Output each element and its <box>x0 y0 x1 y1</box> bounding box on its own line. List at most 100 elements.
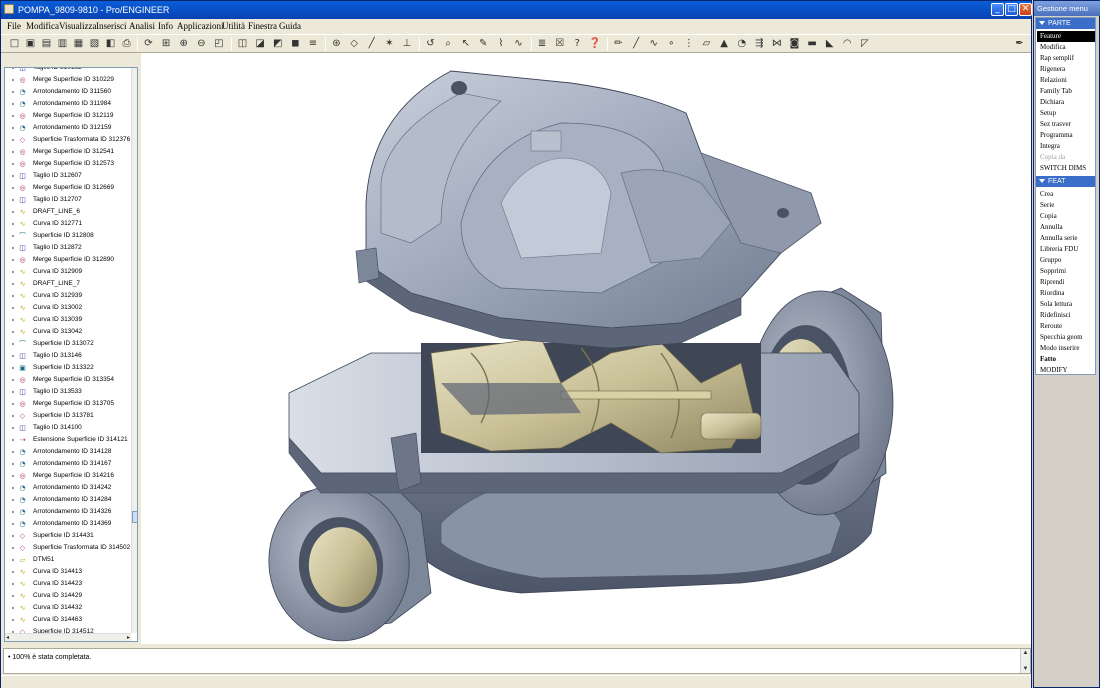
tree-item[interactable]: ◫ Taglio ID 313146 <box>5 350 130 362</box>
menu-file[interactable]: File <box>7 21 21 31</box>
curve-icon[interactable]: ∿ <box>647 37 660 50</box>
menu-manager-item[interactable]: Riprendi <box>1037 277 1095 288</box>
tree-item[interactable]: ◎ Merge Superficie ID 312890 <box>5 254 130 266</box>
print-icon[interactable]: ⎙ <box>120 37 133 50</box>
tree-item[interactable]: ◎ Merge Superficie ID 312573 <box>5 158 130 170</box>
tree-item[interactable]: ⌒ Superficie ID 312808 <box>5 230 130 242</box>
menu-manager-item[interactable]: Gruppo <box>1037 255 1095 266</box>
menu-manager-item[interactable]: Sopprimi <box>1037 266 1095 277</box>
menu-manager-item[interactable]: Riordina <box>1037 288 1095 299</box>
open-icon[interactable]: ▣ <box>24 37 37 50</box>
tree-item[interactable]: ◎ Merge Superficie ID 310229 <box>5 74 130 86</box>
tree-item[interactable]: ◫ Taglio ID 310162 <box>5 68 130 74</box>
analysis-icon[interactable]: ⌇ <box>494 37 507 50</box>
backup-icon[interactable]: ▧ <box>88 37 101 50</box>
menu-manager-item[interactable]: Libreria FDU <box>1037 244 1095 255</box>
context-help-icon[interactable]: ? <box>571 37 584 50</box>
menu-manager-item[interactable]: Specchia geom <box>1037 332 1095 343</box>
round-icon[interactable]: ◠ <box>841 37 854 50</box>
menu-manager-item[interactable]: Serie <box>1037 200 1095 211</box>
menu-manager-item[interactable]: Annulla serie <box>1037 233 1095 244</box>
menu-manager-item[interactable]: Dichiara <box>1037 97 1095 108</box>
sketcher-pen-icon[interactable]: ✒ <box>1013 37 1026 50</box>
tree-item[interactable]: ◎ Merge Superficie ID 314216 <box>5 470 130 482</box>
tree-item[interactable]: ∿ Curva ID 312909 <box>5 266 130 278</box>
sketch-icon[interactable]: ✏ <box>612 37 625 50</box>
tree-item[interactable]: ◔ Arrotondamento ID 314284 <box>5 494 130 506</box>
menu-manager-item[interactable]: Modifica <box>1037 42 1095 53</box>
regenerate-icon[interactable]: ↺ <box>424 37 437 50</box>
collapse-arrow-icon[interactable] <box>1039 179 1045 183</box>
menu-manager-item[interactable]: Fatto <box>1037 354 1095 365</box>
line-icon[interactable]: ╱ <box>630 37 643 50</box>
tree-item[interactable]: ∿ Curva ID 313042 <box>5 326 130 338</box>
menu-visualizza[interactable]: Visualizza <box>59 21 96 31</box>
tree-item[interactable]: ◎ Merge Superficie ID 313354 <box>5 374 130 386</box>
folder-icon[interactable]: ▤ <box>40 37 53 50</box>
minimize-button[interactable]: _ <box>991 3 1004 16</box>
tree-item[interactable]: ◇ Superficie ID 313781 <box>5 410 130 422</box>
curve-analysis-icon[interactable]: ∿ <box>512 37 525 50</box>
menu-manager-item[interactable]: Relazioni <box>1037 75 1095 86</box>
tree-item[interactable]: ◎ Merge Superficie ID 313705 <box>5 398 130 410</box>
menu-info[interactable]: Info <box>158 21 173 31</box>
tree-item[interactable]: ◔ Arrotondamento ID 314326 <box>5 506 130 518</box>
menu-manager-item[interactable]: Modo inserire <box>1037 343 1095 354</box>
menu-manager-item[interactable]: Annulla <box>1037 222 1095 233</box>
chamfer-icon[interactable]: ◸ <box>858 37 871 50</box>
tree-item[interactable]: ∿ Curva ID 312939 <box>5 290 130 302</box>
saved-views-icon[interactable]: ≡ <box>306 37 319 50</box>
shading-icon[interactable]: ◼ <box>289 37 302 50</box>
tree-item[interactable]: ∿ DRAFT_LINE_7 <box>5 278 130 290</box>
menu-inserisci[interactable]: Inserisci <box>96 21 127 31</box>
graphics-window[interactable] <box>141 53 1031 644</box>
menu-manager-item[interactable]: Sez trasver <box>1037 119 1095 130</box>
draft-icon[interactable]: ◣ <box>823 37 836 50</box>
revolve-icon[interactable]: ◔ <box>735 37 748 50</box>
tree-item[interactable]: ◎ Merge Superficie ID 312541 <box>5 146 130 158</box>
tree-item[interactable]: ◔ Arrotondamento ID 314242 <box>5 482 130 494</box>
menu-manager-item[interactable]: Rigenera <box>1037 64 1095 75</box>
tree-item[interactable]: ◔ Arrotondamento ID 314128 <box>5 446 130 458</box>
no-hidden-icon[interactable]: ◩ <box>271 37 284 50</box>
pump-model-view[interactable] <box>141 53 1031 644</box>
menu-manager-title[interactable]: Gestione menu <box>1034 1 1100 16</box>
title-bar[interactable]: POMPA_9809-9810 - Pro/ENGINEER _ □ ✕ <box>1 1 1032 19</box>
plane-icon[interactable]: ▱ <box>700 37 713 50</box>
datum-points-icon[interactable]: ✶ <box>383 37 396 50</box>
tree-item[interactable]: ◫ Taglio ID 312707 <box>5 194 130 206</box>
collapse-arrow-icon[interactable] <box>1039 21 1045 25</box>
tree-item[interactable]: ◔ Arrotondamento ID 311984 <box>5 98 130 110</box>
tree-item[interactable]: ◎ Merge Superficie ID 312119 <box>5 110 130 122</box>
layers-icon[interactable]: ≣ <box>536 37 549 50</box>
tree-item[interactable]: ∿ DRAFT_LINE_6 <box>5 206 130 218</box>
extrude-icon[interactable]: ▲ <box>718 37 731 50</box>
tree-item[interactable]: ⇢ Estensione Superficie ID 314121 <box>5 434 130 446</box>
message-scrollbar[interactable]: ▲ ▼ <box>1020 649 1030 673</box>
blend-icon[interactable]: ⋈ <box>770 37 783 50</box>
tree-item[interactable]: ◔ Arrotondamento ID 314167 <box>5 458 130 470</box>
menu-manager-item[interactable]: Family Tab <box>1037 86 1095 97</box>
menu-analisi[interactable]: Analisi <box>129 21 155 31</box>
tree-item[interactable]: ▣ Superficie ID 313322 <box>5 362 130 374</box>
refit-icon[interactable]: ◰ <box>212 37 225 50</box>
tree-item[interactable]: ∿ Curva ID 312771 <box>5 218 130 230</box>
menu-guida[interactable]: Guida <box>279 21 301 31</box>
zoom-in-icon[interactable]: ⊕ <box>177 37 190 50</box>
menu-manager-item[interactable]: Crea <box>1037 189 1095 200</box>
menu-manager-item[interactable]: MODIFY <box>1037 365 1095 376</box>
wireframe-icon[interactable]: ◫ <box>236 37 249 50</box>
tree-item[interactable]: ∿ Curva ID 314432 <box>5 602 130 614</box>
tree-item[interactable]: ◫ Taglio ID 314100 <box>5 422 130 434</box>
scroll-down-icon[interactable]: ▼ <box>1021 665 1030 673</box>
tree-item[interactable]: ◇ Superficie Trasformata ID 312376 <box>5 134 130 146</box>
datum-axes-icon[interactable]: ╱ <box>365 37 378 50</box>
axis-icon[interactable]: ⋮ <box>682 37 695 50</box>
csys-icon[interactable]: ⊥ <box>400 37 413 50</box>
scroll-left-icon[interactable]: ◂ <box>6 634 9 641</box>
tree-item[interactable]: ▱ DTM51 <box>5 554 130 566</box>
datum-planes-icon[interactable]: ◇ <box>348 37 361 50</box>
menu-manager-item[interactable]: Feature <box>1037 31 1095 42</box>
tree-horizontal-scrollbar[interactable]: ◂ ▸ <box>5 633 131 641</box>
menu-finestra[interactable]: Finestra <box>248 21 277 31</box>
